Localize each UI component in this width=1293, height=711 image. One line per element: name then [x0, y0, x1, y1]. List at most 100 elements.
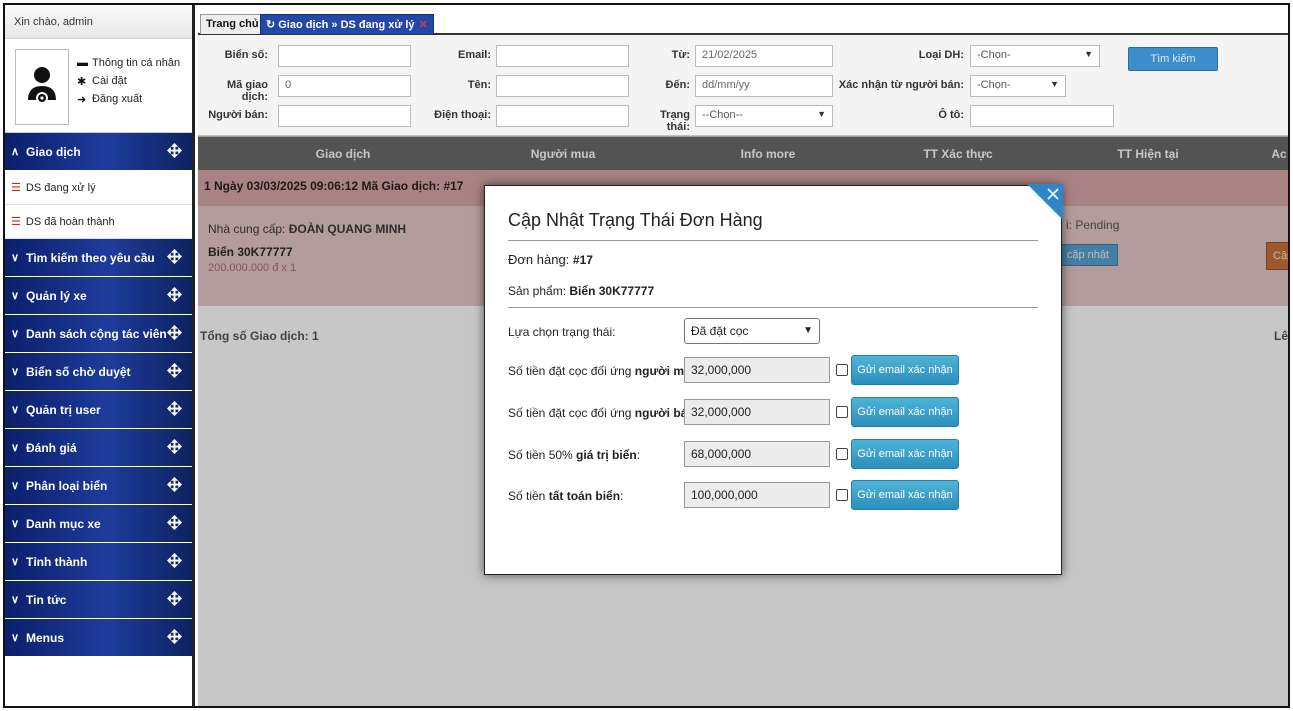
nav-label: Tin tức	[26, 592, 67, 607]
email-label: Email:	[457, 49, 491, 61]
close-tab-icon[interactable]: ✕	[419, 19, 428, 31]
label-colon: :	[620, 489, 624, 503]
nav-quan-tri-user[interactable]: ∨ Quản trị user	[5, 391, 192, 428]
list-icon: ☰	[11, 216, 21, 228]
deposit-buyer-checkbox[interactable]	[836, 364, 848, 376]
move-icon	[167, 629, 182, 644]
tu-date-input[interactable]: 21/02/2025	[695, 45, 833, 67]
settlement-input[interactable]: 100,000,000	[684, 482, 830, 508]
nav-label: Tìm kiếm theo yêu cầu	[26, 250, 155, 265]
label-bold: giá trị biển	[576, 448, 637, 462]
label-bold: tất toán biển	[548, 489, 621, 503]
label-text: Số tiền 50%	[508, 448, 577, 462]
half-value-input[interactable]: 68,000,000	[684, 441, 830, 467]
nav-tinh-thanh[interactable]: ∨ Tỉnh thành	[5, 543, 192, 580]
dien-thoai-input[interactable]	[496, 105, 629, 127]
tab-home[interactable]: Trang chủ	[200, 14, 265, 34]
product-line: Sản phẩm: Biển 30K77777	[508, 284, 654, 298]
xac-nhan-select[interactable]: -Chọn- ▼	[970, 75, 1066, 97]
deposit-seller-input[interactable]: 32,000,000	[684, 399, 830, 425]
ten-input[interactable]	[496, 75, 629, 97]
chevron-up-icon: ∧	[11, 146, 20, 158]
status-select-value: Đã đặt cọc	[691, 324, 749, 338]
den-date-input[interactable]: dd/mm/yy	[695, 75, 833, 97]
update-status-modal: Cập Nhật Trạng Thái Đơn Hàng Đơn hàng: #…	[484, 184, 1063, 575]
send-email-button-buyer[interactable]: Gửi email xác nhận	[851, 355, 959, 385]
loai-dh-label: Loại DH:	[918, 49, 964, 61]
sidebar: Xin chào, admin ▬ Thông tin cá nhân ✱ Cà…	[5, 5, 195, 706]
filter-panel: Biển số: Mã giao dịch: 0 Người bán: Emai…	[198, 35, 1288, 137]
sidebar-item-label: DS đang xử lý	[25, 181, 96, 194]
send-email-button-settlement[interactable]: Gửi email xác nhận	[851, 480, 959, 510]
settlement-checkbox[interactable]	[836, 489, 848, 501]
chevron-down-icon: ∨	[11, 632, 20, 644]
chevron-down-icon: ∨	[11, 442, 20, 454]
tab-ds-dang-xu-ly[interactable]: ↻ Giao dịch » DS đang xử lý ✕	[260, 14, 434, 34]
trang-thai-value: --Chọn--	[702, 109, 743, 121]
nav-giao-dich[interactable]: ∧ Giao dịch	[5, 133, 192, 170]
loai-dh-value: -Chọn-	[977, 49, 1011, 61]
move-icon	[167, 553, 182, 568]
nav-label: Danh mục xe	[26, 516, 101, 531]
move-icon	[167, 477, 182, 492]
nav-tim-kiem[interactable]: ∨ Tìm kiếm theo yêu cầu	[5, 239, 192, 276]
order-line: Đơn hàng: #17	[508, 252, 593, 267]
order-value: #17	[572, 253, 593, 267]
chevron-down-icon: ▼	[803, 325, 813, 336]
trang-thai-select[interactable]: --Chọn-- ▼	[695, 105, 833, 127]
settlement-label: Số tiền tất toán biển:	[508, 489, 623, 503]
nav-phan-loai-bien[interactable]: ∨ Phân loại biển	[5, 467, 192, 504]
nav-tin-tuc[interactable]: ∨ Tin tức	[5, 581, 192, 618]
logout-label: Đăng xuất	[92, 93, 143, 105]
nav-label: Quản lý xe	[26, 288, 87, 303]
status-select[interactable]: Đã đặt cọc ▼	[684, 318, 820, 344]
greeting: Xin chào, admin	[5, 5, 192, 39]
logout-link[interactable]: ➜ Đăng xuất	[77, 90, 180, 108]
close-icon[interactable]	[1027, 184, 1063, 220]
move-icon	[167, 401, 182, 416]
bien-so-input[interactable]	[278, 45, 411, 67]
tab-bar: Trang chủ ↻ Giao dịch » DS đang xử lý ✕	[198, 5, 1288, 35]
deposit-buyer-input[interactable]: 32,000,000	[684, 357, 830, 383]
nav-danh-gia[interactable]: ∨ Đánh giá	[5, 429, 192, 466]
send-email-button-half[interactable]: Gửi email xác nhận	[851, 439, 959, 469]
loai-dh-select[interactable]: -Chọn- ▼	[970, 45, 1100, 67]
nguoi-ban-input[interactable]	[278, 105, 411, 127]
o-to-label: Ô tô:	[938, 109, 964, 121]
chevron-down-icon: ▼	[1084, 49, 1093, 59]
tab-label: Giao dịch » DS đang xử lý	[278, 19, 415, 31]
chevron-down-icon: ∨	[11, 252, 20, 264]
chevron-down-icon: ∨	[11, 594, 20, 606]
den-label: Đến:	[665, 79, 690, 91]
comment-icon: ▬	[77, 57, 88, 69]
ma-giao-dich-label: Mã giao dịch:	[227, 79, 268, 103]
deposit-seller-checkbox[interactable]	[836, 406, 848, 418]
xac-nhan-label: Xác nhận từ người bán:	[838, 79, 964, 91]
email-input[interactable]	[496, 45, 629, 67]
chevron-down-icon: ∨	[11, 480, 20, 492]
o-to-input[interactable]	[970, 105, 1114, 127]
nav-bien-so-cho-duyet[interactable]: ∨ Biển số chờ duyệt	[5, 353, 192, 390]
nav-menus[interactable]: ∨ Menus	[5, 619, 192, 656]
sidebar-item-ds-dang-xu-ly[interactable]: ☰ DS đang xử lý	[5, 171, 192, 205]
move-icon	[167, 515, 182, 530]
nav-quan-ly-xe[interactable]: ∨ Quản lý xe	[5, 277, 192, 314]
product-value: Biển 30K77777	[569, 284, 655, 298]
bien-so-label: Biển số:	[224, 49, 268, 61]
sidebar-item-ds-da-hoan-thanh[interactable]: ☰ DS đã hoàn thành	[5, 205, 192, 239]
nav-danh-muc-xe[interactable]: ∨ Danh mục xe	[5, 505, 192, 542]
modal-title: Cập Nhật Trạng Thái Đơn Hàng	[508, 210, 763, 230]
nav-label: Đánh giá	[26, 440, 77, 455]
settings-link[interactable]: ✱ Cài đặt	[77, 72, 180, 90]
move-icon	[167, 143, 182, 158]
nav-cong-tac-vien[interactable]: ∨ Danh sách cộng tác viên	[5, 315, 192, 352]
profile-info-link[interactable]: ▬ Thông tin cá nhân	[77, 54, 180, 72]
divider	[508, 240, 1038, 241]
ma-giao-dich-input[interactable]: 0	[278, 75, 411, 97]
label-colon: :	[636, 448, 641, 462]
search-button[interactable]: Tìm kiếm	[1128, 47, 1218, 71]
send-email-button-seller[interactable]: Gửi email xác nhận	[851, 397, 959, 427]
half-value-checkbox[interactable]	[836, 448, 848, 460]
nav-label: Phân loại biển	[26, 478, 108, 493]
chevron-down-icon: ∨	[11, 404, 20, 416]
